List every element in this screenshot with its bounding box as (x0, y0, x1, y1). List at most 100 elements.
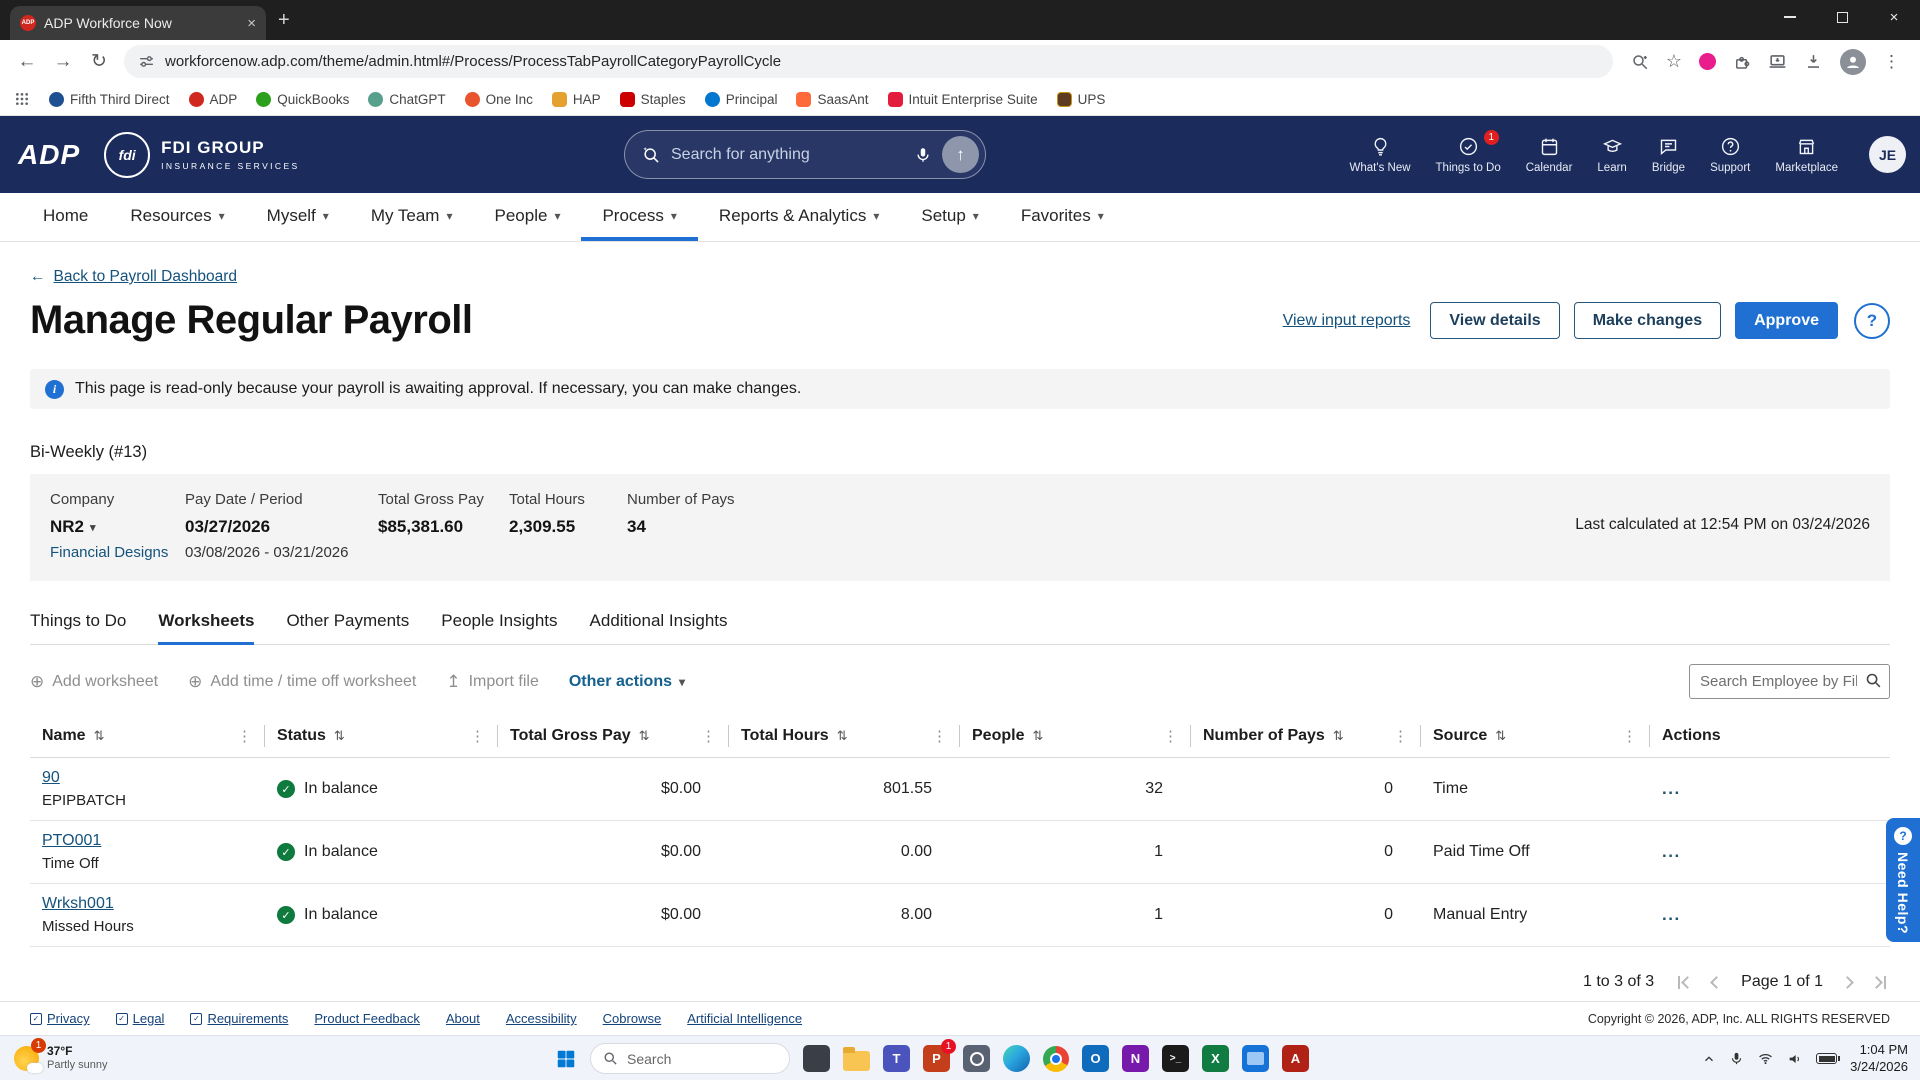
sort-icon[interactable]: ⇅ (837, 728, 848, 744)
send-to-device-icon[interactable] (1768, 52, 1787, 71)
sort-icon[interactable]: ⇅ (94, 728, 105, 744)
bookmark-adp[interactable]: ADP (188, 91, 237, 107)
row-actions-menu[interactable]: ... (1662, 905, 1681, 924)
support-button[interactable]: Support (1710, 136, 1750, 174)
footer-privacy-link[interactable]: ✓ Privacy (30, 1011, 90, 1026)
search-icon[interactable] (1865, 672, 1882, 694)
sort-icon[interactable]: ⇅ (334, 728, 345, 744)
browser-tab[interactable]: ADP ADP Workforce Now × (10, 6, 266, 40)
edge-icon[interactable] (1003, 1045, 1030, 1072)
view-input-reports-link[interactable]: View input reports (1283, 312, 1411, 330)
page-help-button[interactable]: ? (1854, 302, 1890, 339)
tab-additional-insights[interactable]: Additional Insights (590, 611, 728, 645)
whats-new-button[interactable]: What's New (1350, 136, 1411, 174)
add-worksheet-button[interactable]: ⊕ Add worksheet (30, 672, 158, 692)
sort-icon[interactable]: ⇅ (1032, 728, 1043, 744)
lens-search-icon[interactable] (1631, 53, 1649, 71)
remote-desktop-icon[interactable] (1242, 1045, 1269, 1072)
calendar-button[interactable]: Calendar (1526, 136, 1572, 174)
bookmark-fifth-third-direct[interactable]: Fifth Third Direct (49, 91, 170, 107)
terminal-icon[interactable]: >_ (1162, 1045, 1189, 1072)
bookmark-saasant[interactable]: SaasAnt (796, 91, 869, 107)
address-bar[interactable]: workforcenow.adp.com/theme/admin.html#/P… (124, 45, 1613, 78)
column-menu-icon[interactable]: ⋮ (237, 727, 252, 745)
tray-chevron-icon[interactable] (1702, 1052, 1716, 1066)
column-menu-icon[interactable]: ⋮ (701, 727, 716, 745)
nav-reports-analytics[interactable]: Reports & Analytics ▾ (698, 193, 900, 241)
footer-accessibility-link[interactable]: Accessibility (506, 1011, 577, 1026)
view-details-button[interactable]: View details (1430, 302, 1560, 339)
excel-icon[interactable]: X (1202, 1045, 1229, 1072)
nav-home[interactable]: Home (22, 193, 109, 241)
footer-artificial-intelligence-link[interactable]: Artificial Intelligence (687, 1011, 802, 1026)
footer-legal-link[interactable]: ✓ Legal (115, 1011, 164, 1026)
column-menu-icon[interactable]: ⋮ (470, 727, 485, 745)
worksheet-link[interactable]: 90 (42, 769, 60, 786)
taskbar-search[interactable]: Search (590, 1043, 790, 1074)
volume-icon[interactable] (1787, 1051, 1803, 1067)
nav-myself[interactable]: Myself ▾ (246, 193, 350, 241)
import-file-button[interactable]: ↥ Import file (446, 672, 539, 692)
app-window-icon[interactable] (803, 1045, 830, 1072)
employee-search-input[interactable] (1689, 664, 1890, 699)
column-menu-icon[interactable]: ⋮ (932, 727, 947, 745)
back-button[interactable]: ← (10, 45, 44, 79)
bookmark-one-inc[interactable]: One Inc (464, 91, 533, 107)
nav-favorites[interactable]: Favorites ▾ (1000, 193, 1125, 241)
approve-button[interactable]: Approve (1735, 302, 1838, 339)
tab-close-icon[interactable]: × (247, 15, 256, 32)
column-menu-icon[interactable]: ⋮ (1622, 727, 1637, 745)
reload-button[interactable]: ↻ (82, 45, 116, 79)
worksheet-link[interactable]: PTO001 (42, 832, 101, 849)
chrome-icon[interactable] (1043, 1045, 1069, 1072)
footer-product-feedback-link[interactable]: Product Feedback (314, 1011, 420, 1026)
company-link[interactable]: Financial Designs (50, 544, 168, 561)
tab-things-to-do[interactable]: Things to Do (30, 611, 126, 645)
need-help-tab[interactable]: ? Need Help? (1886, 818, 1920, 942)
onenote-icon[interactable]: N (1122, 1045, 1149, 1072)
bookmark-chatgpt[interactable]: ChatGPT (368, 91, 446, 107)
bookmark-principal[interactable]: Principal (704, 91, 777, 107)
column-header-total-gross-pay[interactable]: Total Gross Pay ⇅ ⋮ (498, 725, 729, 747)
browser-menu-icon[interactable]: ⋮ (1883, 52, 1900, 72)
worksheet-link[interactable]: Wrksh001 (42, 895, 114, 912)
downloads-icon[interactable] (1804, 52, 1823, 71)
last-page-button[interactable] (1870, 975, 1886, 989)
new-tab-button[interactable]: + (278, 9, 290, 32)
bookmark-staples[interactable]: Staples (619, 91, 686, 107)
next-page-button[interactable] (1841, 975, 1854, 989)
apps-grid-icon[interactable] (14, 91, 30, 107)
window-maximize-button[interactable] (1816, 0, 1868, 34)
column-header-status[interactable]: Status ⇅ ⋮ (265, 725, 498, 747)
marketplace-button[interactable]: Marketplace (1775, 136, 1838, 174)
column-header-number-of-pays[interactable]: Number of Pays ⇅ ⋮ (1191, 725, 1421, 747)
column-header-people[interactable]: People ⇅ ⋮ (960, 725, 1191, 747)
powerpoint-icon[interactable]: 1P (923, 1039, 956, 1072)
microphone-icon[interactable] (914, 146, 932, 164)
tab-people-insights[interactable]: People Insights (441, 611, 557, 645)
add-time-worksheet-button[interactable]: ⊕ Add time / time off worksheet (188, 672, 416, 692)
bookmark-star-icon[interactable]: ☆ (1666, 51, 1682, 72)
teams-icon[interactable]: T (883, 1045, 910, 1072)
column-header-total-hours[interactable]: Total Hours ⇅ ⋮ (729, 725, 960, 747)
url-text[interactable]: workforcenow.adp.com/theme/admin.html#/P… (165, 53, 781, 70)
weather-widget[interactable]: 1 37°F Partly sunny (14, 1037, 108, 1073)
settings-icon[interactable] (963, 1045, 990, 1072)
footer-about-link[interactable]: About (446, 1011, 480, 1026)
outlook-icon[interactable]: O (1082, 1045, 1109, 1072)
sort-icon[interactable]: ⇅ (1495, 728, 1506, 744)
file-explorer-icon[interactable] (843, 1047, 870, 1071)
window-minimize-button[interactable] (1764, 0, 1816, 34)
column-header-source[interactable]: Source ⇅ ⋮ (1421, 725, 1650, 747)
back-to-payroll-dashboard-link[interactable]: ← Back to Payroll Dashboard (30, 268, 237, 286)
tab-other-payments[interactable]: Other Payments (286, 611, 409, 645)
make-changes-button[interactable]: Make changes (1573, 302, 1722, 339)
pinned-extension-icon[interactable] (1699, 53, 1716, 70)
bookmark-intuit-enterprise-suite[interactable]: Intuit Enterprise Suite (887, 91, 1038, 107)
first-page-button[interactable] (1678, 975, 1695, 989)
footer-requirements-link[interactable]: ✓ Requirements (190, 1011, 288, 1026)
footer-cobrowse-link[interactable]: Cobrowse (603, 1011, 662, 1026)
row-actions-menu[interactable]: ... (1662, 842, 1681, 861)
nav-setup[interactable]: Setup ▾ (900, 193, 999, 241)
sort-icon[interactable]: ⇅ (1333, 728, 1344, 744)
